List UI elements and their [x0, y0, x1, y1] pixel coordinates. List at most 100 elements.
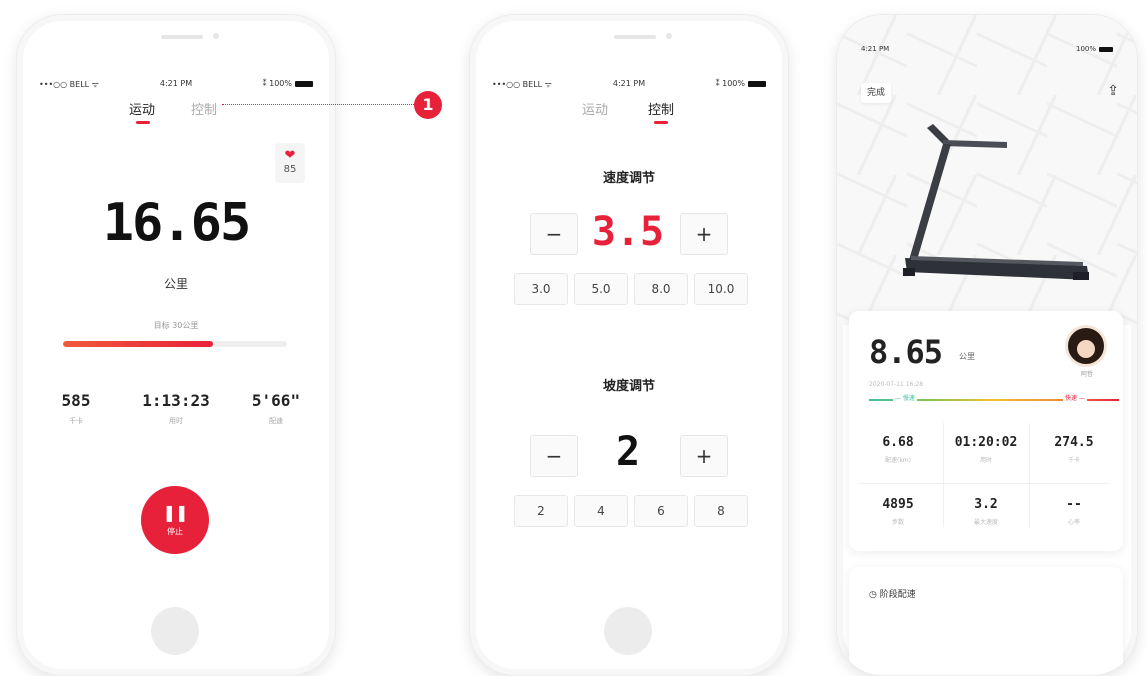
active-tab-indicator — [136, 121, 150, 124]
home-button[interactable] — [151, 607, 199, 655]
tab-control[interactable]: 控制 — [648, 99, 674, 118]
status-bar: •••○○ BELL ᯤ 4:21 PM ⁑ 100% — [39, 79, 313, 93]
callout-number-badge: 1 — [414, 91, 442, 119]
distance-value: 16.65 — [102, 193, 252, 253]
incline-preset-button[interactable]: 2 — [514, 495, 568, 527]
metrics-divider — [859, 483, 1109, 484]
speaker-grille — [161, 35, 203, 39]
stop-button[interactable]: ❚❚ 停止 — [141, 486, 209, 554]
metric-label: 心率 — [1067, 519, 1080, 526]
metric-cell: 6.68 配速(km) — [857, 435, 939, 464]
goal-progress-fill — [63, 341, 214, 347]
speed-preset-button[interactable]: 8.0 — [634, 273, 688, 305]
pace-high-label: 快速 — — [1063, 393, 1087, 402]
front-camera — [213, 33, 219, 39]
pause-icon: ❚❚ — [162, 503, 189, 522]
speed-section-title: 速度调节 — [602, 171, 655, 186]
speed-increase-button[interactable]: + — [680, 213, 728, 255]
stat-calories: 585 千卡 — [31, 391, 121, 426]
incline-decrease-button[interactable]: − — [530, 435, 578, 477]
stat-label: 用时 — [169, 417, 183, 425]
speed-decrease-button[interactable]: − — [530, 213, 578, 255]
battery-percent: 100% — [1075, 45, 1096, 53]
incline-section-title: 坡度调节 — [602, 379, 655, 394]
tab-bar: 运动 控制 — [470, 99, 788, 129]
incline-preset-button[interactable]: 4 — [574, 495, 628, 527]
treadmill-foot-left — [903, 268, 915, 276]
battery-indicator: 100% — [1076, 45, 1113, 53]
phone-workout-screen: •••○○ BELL ᯤ 4:21 PM ⁑ 100% 运动 控制 ❤ 85 1… — [16, 14, 336, 676]
treadmill-foot-right — [1073, 272, 1089, 280]
home-button[interactable] — [604, 607, 652, 655]
metric-value: -- — [1066, 497, 1082, 512]
avatar[interactable] — [1065, 325, 1107, 367]
stat-value: 5'66" — [251, 391, 301, 410]
metric-label: 步数 — [891, 519, 904, 526]
workout-summary-card: 8.65 公里 2020-07-11 16:28 阿哲 — 慢速 快速 — 6.… — [849, 311, 1123, 551]
status-bar: •••○○ BELL ᯤ 4:21 PM ⁑ 100% — [492, 79, 766, 93]
metric-label: 用时 — [979, 457, 992, 464]
pace-section-title: ◷ 阶段配速 — [869, 590, 916, 600]
avatar-name: 阿哲 — [1080, 371, 1093, 378]
tab-workout[interactable]: 运动 — [582, 99, 608, 118]
metric-cell: 3.2 最大速度 — [945, 497, 1027, 526]
treadmill-image — [903, 124, 1089, 280]
status-bar: 4:21 PM 100% — [861, 45, 1113, 53]
metric-value: 6.68 — [882, 435, 914, 450]
battery-indicator: ⁑ 100% — [716, 79, 766, 88]
heart-rate-value: 85 — [283, 164, 297, 175]
tab-control[interactable]: 控制 — [191, 99, 217, 118]
speed-preset-button[interactable]: 3.0 — [514, 273, 568, 305]
done-button[interactable]: 完成 — [861, 83, 891, 103]
phone-summary-screen: 4:21 PM 100% 完成 ⇪ 8.65 公里 2020-07-11 16:… — [836, 14, 1138, 676]
heart-icon: ❤ — [284, 148, 296, 163]
treadmill-console — [943, 140, 1007, 148]
incline-preset-button[interactable]: 6 — [634, 495, 688, 527]
distance-unit: 公里 — [163, 277, 188, 291]
metric-value: 4895 — [882, 497, 914, 512]
stat-duration: 1:13:23 用时 — [131, 391, 221, 426]
clock: 4:21 PM — [861, 45, 890, 53]
stat-pace: 5'66" 配速 — [231, 391, 321, 426]
incline-preset-button[interactable]: 8 — [694, 495, 748, 527]
metric-value: 01:20:02 — [954, 435, 1018, 450]
speed-preset-button[interactable]: 10.0 — [694, 273, 748, 305]
stat-value: 585 — [61, 391, 91, 410]
metrics-divider — [1029, 423, 1030, 527]
speed-value: 3.5 — [591, 209, 665, 255]
pace-section-card: ◷ 阶段配速 — [849, 567, 1123, 675]
battery-indicator: ⁑ 100% — [263, 79, 313, 88]
goal-label: 目标 30公里 — [153, 321, 199, 330]
summary-distance: 8.65 — [869, 333, 943, 371]
tab-workout[interactable]: 运动 — [129, 99, 155, 118]
summary-date: 2020-07-11 16:28 — [869, 381, 924, 388]
front-camera — [666, 33, 672, 39]
metric-label: 千卡 — [1067, 457, 1080, 464]
stat-label: 配速 — [269, 417, 283, 425]
avatar-face — [1077, 340, 1095, 358]
battery-icon — [1099, 46, 1113, 52]
battery-icon — [748, 80, 766, 87]
metric-value: 274.5 — [1054, 435, 1094, 450]
treadmill-upright — [909, 144, 951, 260]
metric-cell: 4895 步数 — [857, 497, 939, 526]
metric-label: 最大速度 — [973, 519, 998, 526]
metric-label: 配速(km) — [884, 457, 911, 464]
battery-icon — [295, 80, 313, 87]
speed-preset-button[interactable]: 5.0 — [574, 273, 628, 305]
pace-low-label: — 慢速 — [893, 393, 917, 402]
incline-increase-button[interactable]: + — [680, 435, 728, 477]
active-tab-indicator — [654, 121, 668, 124]
metric-cell: -- 心率 — [1033, 497, 1115, 526]
stop-button-label: 停止 — [167, 527, 183, 536]
metric-value: 3.2 — [974, 497, 998, 512]
stat-value: 1:13:23 — [142, 391, 210, 410]
heart-rate-badge: ❤ 85 — [275, 143, 305, 183]
incline-value: 2 — [615, 429, 641, 475]
share-icon[interactable]: ⇪ — [1107, 83, 1119, 99]
metric-cell: 274.5 千卡 — [1033, 435, 1115, 464]
callout-connector — [222, 104, 420, 105]
goal-progress-bar — [63, 341, 287, 347]
battery-percent: ⁑ 100% — [715, 79, 745, 88]
metric-cell: 01:20:02 用时 — [945, 435, 1027, 464]
